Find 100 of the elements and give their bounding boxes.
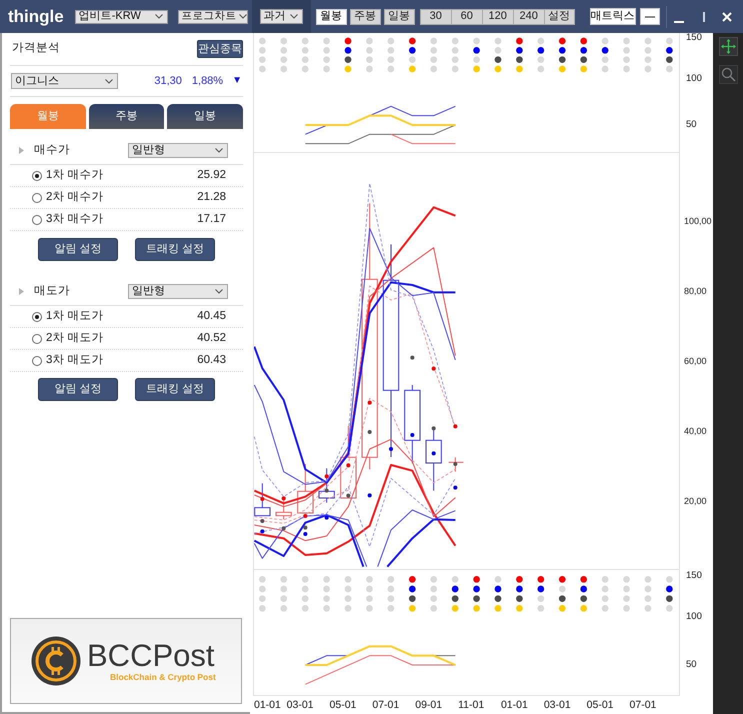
interval-button[interactable]: 120 [482, 8, 513, 24]
mode-dropdown[interactable]: 일반형 [128, 143, 228, 158]
move-icon [720, 39, 736, 54]
coin-logo-icon [31, 636, 81, 686]
interval-button[interactable]: 설정 [544, 8, 575, 24]
change-percent: 1,88% [192, 76, 224, 86]
move-button[interactable] [718, 37, 738, 56]
axis-label: 03-01 [544, 700, 571, 710]
period-tab[interactable]: 주봉 [350, 8, 381, 24]
data-point [260, 529, 264, 534]
data-point [303, 526, 308, 530]
price-value: 40.52 [197, 332, 226, 344]
price-value: 25.92 [197, 170, 226, 182]
vertical-bar-icon [702, 12, 705, 22]
data-point [410, 356, 414, 360]
down-triangle-icon: ▼ [232, 76, 242, 86]
mode-dropdown[interactable]: 일반형 [128, 284, 228, 299]
watchlist-button[interactable]: 관심종목 [197, 40, 243, 58]
data-point [282, 496, 286, 500]
option-label: 2차 매도가 [46, 332, 104, 344]
collapse-button[interactable] [640, 8, 660, 25]
close-icon [722, 12, 732, 22]
brand-name: BCCPost [87, 640, 216, 672]
option-label: 3차 매도가 [46, 354, 104, 366]
data-point [346, 494, 350, 498]
data-point [432, 426, 436, 430]
settings-button[interactable]: 알림 설정 [38, 378, 118, 401]
zoom-button[interactable] [718, 65, 738, 84]
data-point [346, 463, 350, 468]
candlestick [254, 482, 270, 516]
price-value: 17.17 [197, 214, 226, 226]
radio-button[interactable] [32, 170, 42, 180]
axis-label: 05-01 [330, 700, 356, 710]
axis-label: 150 [686, 32, 702, 44]
interval-button[interactable]: 30 [420, 8, 451, 24]
data-point [303, 514, 308, 518]
radio-button[interactable] [32, 312, 42, 322]
data-point [389, 447, 393, 451]
interval-button[interactable]: 240 [512, 8, 544, 24]
data-point [260, 497, 264, 501]
section-label: 매도가 [34, 286, 70, 298]
caret-right-icon [19, 147, 24, 154]
data-point [453, 486, 458, 490]
axis-label: 09-01 [415, 700, 442, 710]
option-label: 2차 매수가 [46, 192, 104, 204]
exchange-dropdown[interactable]: 업비트-KRW [74, 10, 168, 24]
option-label: 3차 매수가 [46, 214, 104, 226]
data-point [324, 516, 329, 520]
option-label: 1차 매도가 [46, 310, 104, 322]
data-point [282, 526, 286, 530]
interval-button[interactable]: 60 [450, 8, 482, 24]
minus-icon [644, 16, 655, 18]
radio-button[interactable] [32, 334, 42, 344]
axis-label: 80,00 [684, 285, 707, 297]
data-point [303, 532, 308, 536]
price-value: 40.45 [197, 310, 226, 322]
settings-button[interactable]: 알림 설정 [38, 238, 118, 261]
close-button[interactable] [720, 10, 734, 24]
brand-tagline: BlockChain & Crypto Post [110, 673, 216, 682]
coin-dropdown[interactable]: 이그니스 [11, 73, 118, 89]
axis-label: 40,00 [684, 425, 707, 437]
data-point [324, 474, 329, 478]
axis-label: 100 [686, 73, 702, 85]
axis-label: 01-01 [254, 700, 281, 710]
chart-type-dropdown[interactable]: 프로그차트 [178, 10, 248, 24]
matrix-button[interactable]: 매트릭스 [590, 8, 636, 25]
axis-label: 100 [686, 611, 702, 623]
radio-button[interactable] [32, 214, 42, 224]
data-point [368, 493, 372, 498]
radio-button[interactable] [32, 192, 42, 202]
chevron-down-icon [105, 78, 113, 84]
caret-right-icon [19, 288, 24, 295]
data-point [453, 424, 458, 428]
price-value: 31,30 [154, 76, 182, 86]
radio-button[interactable] [32, 356, 42, 366]
period-tab[interactable]: 주봉 [88, 104, 164, 129]
axis-label: 60,00 [684, 355, 707, 367]
data-point [432, 451, 436, 456]
axis-label: 05-01 [586, 700, 614, 710]
settings-button[interactable]: 트래킹 설정 [135, 238, 215, 261]
range-dropdown[interactable]: 과거 [260, 9, 303, 24]
price-value: 60.43 [197, 354, 226, 366]
chevron-down-icon [290, 14, 298, 19]
axis-label: 03-01 [286, 700, 314, 710]
data-point [432, 366, 436, 371]
option-label: 1차 매수가 [46, 170, 104, 182]
settings-button[interactable]: 트래킹 설정 [135, 378, 215, 401]
chevron-down-icon [215, 148, 223, 153]
candlestick [448, 456, 464, 472]
axis-label: 50 [686, 659, 697, 671]
data-point [260, 519, 264, 523]
candlestick [318, 468, 335, 504]
candlestick [276, 498, 292, 520]
period-tab[interactable]: 일봉 [167, 104, 244, 129]
period-tab[interactable]: 일봉 [384, 8, 415, 24]
chevron-down-icon [238, 14, 247, 19]
period-tab[interactable]: 월봉 [316, 8, 347, 24]
section-label: 매수가 [34, 144, 70, 156]
data-point [410, 433, 414, 437]
data-point [324, 488, 329, 493]
